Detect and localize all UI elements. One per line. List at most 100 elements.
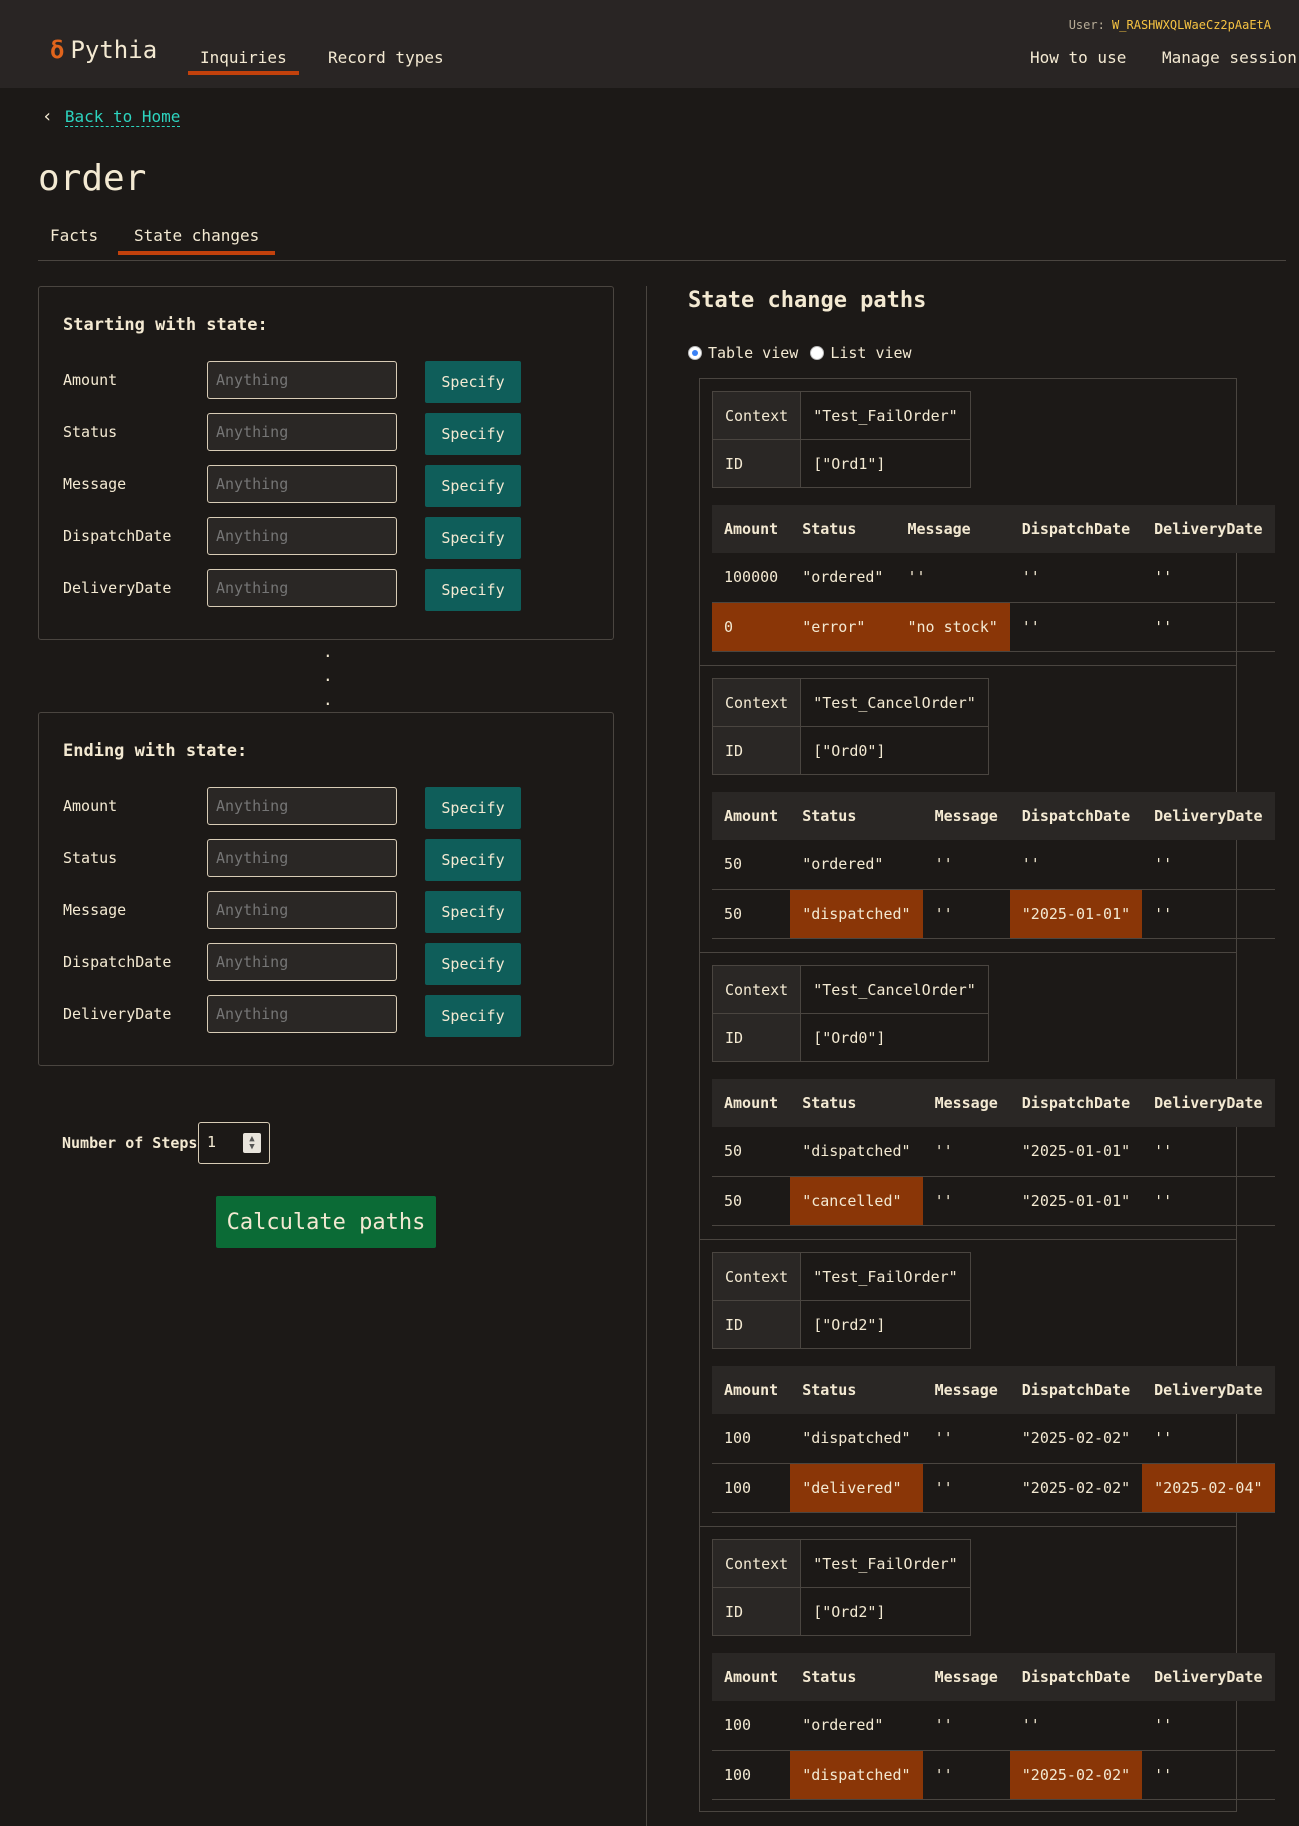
table-cell: "2025-01-01"	[1009, 1176, 1143, 1226]
end-deliverydate-input[interactable]	[207, 995, 397, 1033]
id-key: ID	[711, 1587, 802, 1636]
nav-record-types[interactable]: Record types	[328, 48, 444, 67]
steps-input[interactable]: 1 ▲ ▼	[198, 1122, 270, 1164]
table-cell: ''	[1009, 602, 1143, 652]
stepper-icon[interactable]: ▲ ▼	[243, 1133, 261, 1153]
id-value: ["Ord2"]	[800, 1587, 971, 1636]
start-amount-input[interactable]	[207, 361, 397, 399]
id-key: ID	[711, 1013, 802, 1062]
state-table: Amount Status Message DispatchDate DeliveryD…	[712, 1653, 1275, 1800]
table-row: 100 "dispatched" '' "2025-02-02" ''	[712, 1750, 1275, 1800]
start-dispatchdate-specify-button[interactable]: Specify	[425, 517, 521, 559]
table-cell: ''	[922, 889, 1010, 939]
context-table: Context "Test_FailOrder" ID ["Ord1"]	[711, 391, 971, 488]
column-header: Status	[790, 1079, 923, 1127]
id-value: ["Ord2"]	[800, 1300, 971, 1349]
table-row: 100 "ordered" '' '' ''	[712, 1701, 1275, 1751]
nav-manage-session[interactable]: Manage session	[1162, 48, 1297, 67]
column-header: DispatchDate	[1009, 1366, 1143, 1414]
start-field-deliverydate: DeliveryDate Specify	[63, 569, 583, 611]
table-cell: ''	[1009, 840, 1143, 890]
back-to-home-link[interactable]: Back to Home	[64, 107, 181, 127]
id-value: ["Ord0"]	[800, 1013, 989, 1062]
end-message-specify-button[interactable]: Specify	[425, 891, 521, 933]
id-key: ID	[711, 439, 802, 488]
chevron-left-icon[interactable]: ‹	[42, 106, 53, 127]
path-block: Context "Test_FailOrder" ID ["Ord1"] Amount S…	[700, 379, 1275, 666]
list-view-label[interactable]: List view	[830, 344, 911, 362]
table-row: 50 "dispatched" '' "2025-01-01" ''	[712, 1127, 1275, 1177]
column-header: DispatchDate	[1009, 1079, 1143, 1127]
start-deliverydate-specify-button[interactable]: Specify	[425, 569, 521, 611]
logo[interactable]: δ Pythia	[50, 36, 157, 64]
end-field-message: Message Specify	[63, 891, 583, 933]
tab-state-changes[interactable]: State changes	[118, 226, 276, 255]
end-field-dispatchdate: DispatchDate Specify	[63, 943, 583, 985]
end-amount-specify-button[interactable]: Specify	[425, 787, 521, 829]
start-status-input[interactable]	[207, 413, 397, 451]
column-header: DeliveryDate	[1142, 505, 1275, 553]
start-amount-specify-button[interactable]: Specify	[425, 361, 521, 403]
nav-inquiries[interactable]: Inquiries	[188, 48, 299, 75]
start-status-specify-button[interactable]: Specify	[425, 413, 521, 455]
results-title: State change paths	[688, 288, 927, 313]
steps-label: Number of Steps:	[62, 1134, 207, 1152]
table-cell: "2025-01-01"	[1009, 1127, 1143, 1177]
end-status-specify-button[interactable]: Specify	[425, 839, 521, 881]
column-header: DeliveryDate	[1142, 1079, 1275, 1127]
user-label: User:	[1068, 18, 1105, 32]
list-view-radio[interactable]	[810, 346, 825, 360]
table-cell: ''	[922, 1750, 1010, 1800]
context-value: "Test_CancelOrder"	[800, 965, 989, 1014]
ending-state-title: Ending with state:	[63, 741, 248, 761]
nav-how-to-use[interactable]: How to use	[1030, 48, 1126, 67]
field-label: Message	[63, 475, 127, 493]
tabs-divider	[38, 260, 1286, 261]
table-view-label[interactable]: Table view	[708, 344, 798, 362]
column-divider	[646, 286, 647, 1826]
table-header-row: Amount Status Message DispatchDate DeliveryD…	[712, 1366, 1275, 1414]
breadcrumb: ‹ Back to Home	[42, 106, 181, 127]
table-cell: "error"	[790, 602, 896, 652]
table-row: 100 "dispatched" '' "2025-02-02" ''	[712, 1414, 1275, 1464]
results-container: Context "Test_FailOrder" ID ["Ord1"] Amount S…	[699, 378, 1275, 1814]
table-cell: ''	[1142, 1176, 1275, 1226]
column-header: DispatchDate	[1009, 1653, 1143, 1701]
context-value: "Test_FailOrder"	[800, 1539, 971, 1588]
context-key: Context	[711, 965, 802, 1014]
column-header: Status	[790, 1653, 923, 1701]
column-header: Message	[922, 1366, 1010, 1414]
end-dispatchdate-input[interactable]	[207, 943, 397, 981]
calculate-paths-button[interactable]: Calculate paths	[216, 1196, 436, 1248]
table-cell: "2025-01-01"	[1009, 889, 1143, 939]
path-block: Context "Test_FailOrder" ID ["Ord2"] Amount S…	[700, 1527, 1275, 1814]
column-header: DispatchDate	[1009, 792, 1143, 840]
table-cell: ''	[1009, 553, 1143, 603]
table-view-radio[interactable]	[688, 346, 702, 360]
start-dispatchdate-input[interactable]	[207, 517, 397, 555]
table-cell: "dispatched"	[790, 889, 923, 939]
tab-facts[interactable]: Facts	[50, 226, 98, 255]
table-cell: ''	[1142, 1414, 1275, 1464]
context-table: Context "Test_CancelOrder" ID ["Ord0"]	[711, 678, 989, 775]
table-cell: 100	[712, 1463, 791, 1513]
column-header: DeliveryDate	[1142, 1366, 1275, 1414]
end-message-input[interactable]	[207, 891, 397, 929]
state-table: Amount Status Message DispatchDate DeliveryD…	[712, 792, 1275, 939]
end-field-deliverydate: DeliveryDate Specify	[63, 995, 583, 1037]
table-cell: "2025-02-02"	[1009, 1463, 1143, 1513]
start-message-specify-button[interactable]: Specify	[425, 465, 521, 507]
end-deliverydate-specify-button[interactable]: Specify	[425, 995, 521, 1037]
end-amount-input[interactable]	[207, 787, 397, 825]
start-deliverydate-input[interactable]	[207, 569, 397, 607]
table-cell: "2025-02-04"	[1142, 1463, 1275, 1513]
column-header: Status	[790, 792, 923, 840]
table-cell: ''	[1142, 1127, 1275, 1177]
table-cell: ''	[1142, 553, 1275, 603]
end-dispatchdate-specify-button[interactable]: Specify	[425, 943, 521, 985]
field-label: Message	[63, 901, 127, 919]
table-cell: ''	[922, 1701, 1010, 1751]
end-status-input[interactable]	[207, 839, 397, 877]
path-block: Context "Test_CancelOrder" ID ["Ord0"] Amoun…	[700, 666, 1275, 953]
start-message-input[interactable]	[207, 465, 397, 503]
